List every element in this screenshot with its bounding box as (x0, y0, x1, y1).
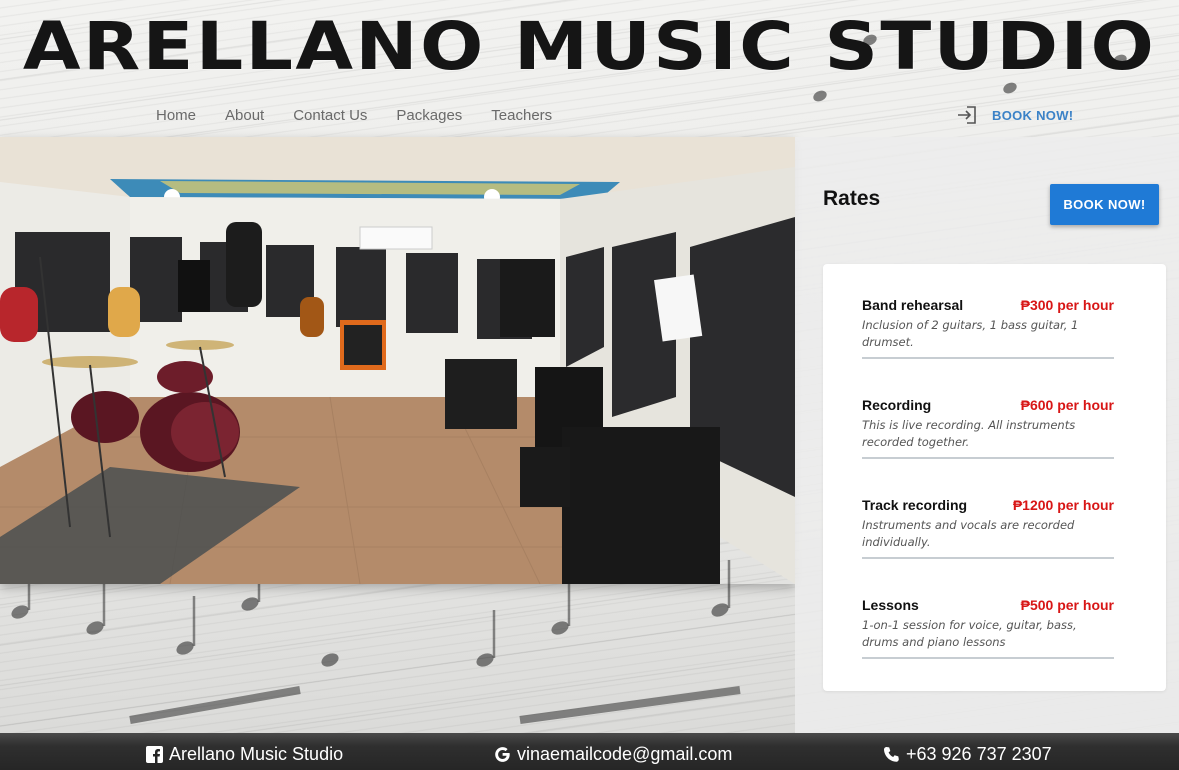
book-now-button[interactable]: BOOK NOW! (1050, 184, 1159, 225)
rate-name: Lessons (862, 597, 919, 613)
rates-card: Band rehearsal ₱300 per hour Inclusion o… (823, 264, 1166, 691)
google-icon (495, 747, 510, 762)
rates-panel: Rates BOOK NOW! Band rehearsal ₱300 per … (795, 137, 1179, 733)
footer-phone-label: +63 926 737 2307 (906, 744, 1052, 764)
facebook-icon (146, 746, 163, 763)
rate-price: ₱300 per hour (1020, 297, 1114, 313)
rate-description: This is live recording. All instruments … (862, 418, 1076, 449)
footer-email-label: vinaemailcode@gmail.com (517, 744, 733, 764)
nav-packages[interactable]: Packages (396, 107, 462, 124)
nav-contact-us[interactable]: Contact Us (293, 107, 367, 124)
rate-name: Recording (862, 397, 932, 413)
login-icon (958, 106, 976, 124)
studio-room-photo (0, 137, 795, 584)
nav-book-now-link[interactable]: BOOK NOW! (956, 105, 1073, 125)
rate-item-lessons: Lessons ₱500 per hour 1-on-1 session for… (862, 597, 1114, 659)
site-footer: Arellano Music Studio vinaemailcode@gmai… (0, 733, 1179, 770)
rate-item-band-rehearsal: Band rehearsal ₱300 per hour Inclusion o… (862, 297, 1114, 359)
rate-description: Instruments and vocals are recorded indi… (862, 518, 1075, 549)
rate-name: Track recording (862, 497, 968, 513)
rates-title: Rates (823, 187, 881, 210)
footer-email-link[interactable]: vinaemailcode@gmail.com (494, 744, 732, 765)
rate-description: Inclusion of 2 guitars, 1 bass guitar, 1… (862, 318, 1079, 349)
footer-facebook-label: Arellano Music Studio (169, 744, 344, 764)
main-nav: Home About Contact Us Packages Teachers (156, 107, 552, 124)
phone-icon (884, 747, 899, 762)
rate-name: Band rehearsal (862, 297, 964, 313)
rate-price: ₱500 per hour (1020, 597, 1114, 613)
nav-home[interactable]: Home (156, 107, 196, 124)
rate-description: 1-on-1 session for voice, guitar, bass, … (862, 618, 1077, 649)
rate-price: ₱1200 per hour (1012, 497, 1114, 513)
site-title: ARELLANO MUSIC STUDIO (22, 8, 1157, 85)
rate-item-track-recording: Track recording ₱1200 per hour Instrumen… (862, 497, 1114, 559)
rate-item-recording: Recording ₱600 per hour This is live rec… (862, 397, 1114, 459)
nav-teachers[interactable]: Teachers (491, 107, 552, 124)
footer-facebook-link[interactable]: Arellano Music Studio (146, 744, 343, 765)
nav-about[interactable]: About (225, 107, 264, 124)
nav-book-now-label: BOOK NOW! (992, 107, 1074, 123)
rate-price: ₱600 per hour (1020, 397, 1114, 413)
footer-phone-link[interactable]: +63 926 737 2307 (883, 744, 1052, 765)
